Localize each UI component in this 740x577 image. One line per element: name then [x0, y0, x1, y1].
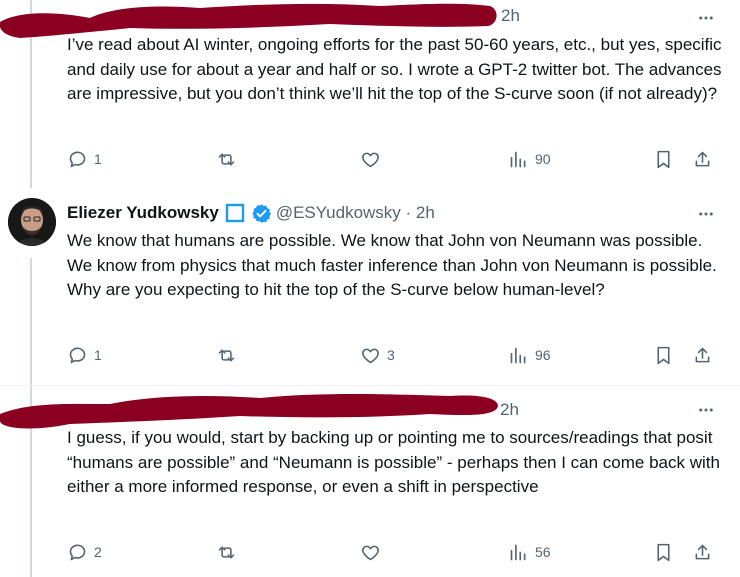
share-button[interactable] — [692, 540, 713, 564]
repost-icon — [218, 152, 235, 166]
like-button[interactable]: 3 — [360, 343, 395, 367]
like-icon — [362, 545, 379, 560]
more-icon[interactable] — [694, 8, 718, 28]
reply-icon — [69, 347, 86, 363]
views-count: 90 — [535, 151, 551, 167]
repost-icon — [218, 545, 235, 559]
like-button[interactable] — [360, 540, 381, 564]
tweet-1-time[interactable]: 2h — [501, 6, 520, 26]
share-icon — [695, 151, 710, 166]
views-count: 56 — [535, 544, 551, 560]
tweet-3-time[interactable]: 2h — [500, 400, 519, 420]
repost-button[interactable] — [216, 147, 237, 171]
tweet-3-actions: 2 56 — [0, 540, 740, 564]
avatar[interactable] — [8, 198, 56, 246]
reply-button[interactable]: 1 — [67, 343, 102, 367]
views-icon — [510, 151, 526, 167]
share-button[interactable] — [692, 343, 713, 367]
tweet-3-text: I guess, if you would, start by backing … — [67, 428, 720, 496]
repost-icon — [218, 348, 235, 362]
tweet-2-text: We know that humans are possible. We kno… — [67, 231, 717, 299]
tweet-1-text: I’ve read about AI winter, ongoing effor… — [67, 35, 722, 103]
reply-icon — [69, 151, 86, 167]
like-button[interactable] — [360, 147, 381, 171]
repost-button[interactable] — [216, 540, 237, 564]
tweet-2-header: Eliezer Yudkowsky @ESYudkowsky · 2h — [67, 201, 435, 225]
tweet-2-actions: 1 3 96 — [0, 343, 740, 367]
reply-count: 1 — [94, 151, 102, 167]
reply-count: 2 — [94, 544, 102, 560]
views-icon — [510, 347, 526, 363]
like-icon — [362, 152, 379, 167]
author-handle-time[interactable]: @ESYudkowsky · 2h — [276, 203, 435, 223]
tweet-2[interactable]: Eliezer Yudkowsky @ESYudkowsky · 2h We k… — [0, 190, 740, 385]
square-badge-icon — [225, 203, 245, 223]
share-icon — [695, 544, 710, 559]
reply-icon — [69, 544, 86, 560]
tweet-1-actions: 1 90 — [0, 147, 740, 171]
bookmark-icon — [657, 150, 670, 168]
views-button[interactable]: 96 — [508, 343, 551, 367]
author-name[interactable]: Eliezer Yudkowsky — [67, 203, 219, 223]
share-button[interactable] — [692, 147, 713, 171]
more-icon[interactable] — [694, 204, 718, 224]
reply-count: 1 — [94, 347, 102, 363]
views-count: 96 — [535, 347, 551, 363]
like-icon — [362, 348, 379, 363]
views-button[interactable]: 90 — [508, 147, 551, 171]
bookmark-button[interactable] — [653, 540, 674, 564]
views-icon — [510, 544, 526, 560]
verified-icon — [252, 203, 271, 223]
repost-button[interactable] — [216, 343, 237, 367]
tweet-1[interactable]: 2h I’ve read about AI winter, ongoing ef… — [0, 0, 740, 190]
views-button[interactable]: 56 — [508, 540, 551, 564]
like-count: 3 — [387, 347, 395, 363]
reply-button[interactable]: 2 — [67, 540, 102, 564]
share-icon — [695, 347, 710, 362]
bookmark-button[interactable] — [653, 343, 674, 367]
reply-button[interactable]: 1 — [67, 147, 102, 171]
tweet-3[interactable]: 2h I guess, if you would, start by backi… — [0, 386, 740, 577]
bookmark-button[interactable] — [653, 147, 674, 171]
more-icon[interactable] — [694, 400, 718, 420]
bookmark-icon — [657, 543, 670, 561]
bookmark-icon — [657, 346, 670, 364]
